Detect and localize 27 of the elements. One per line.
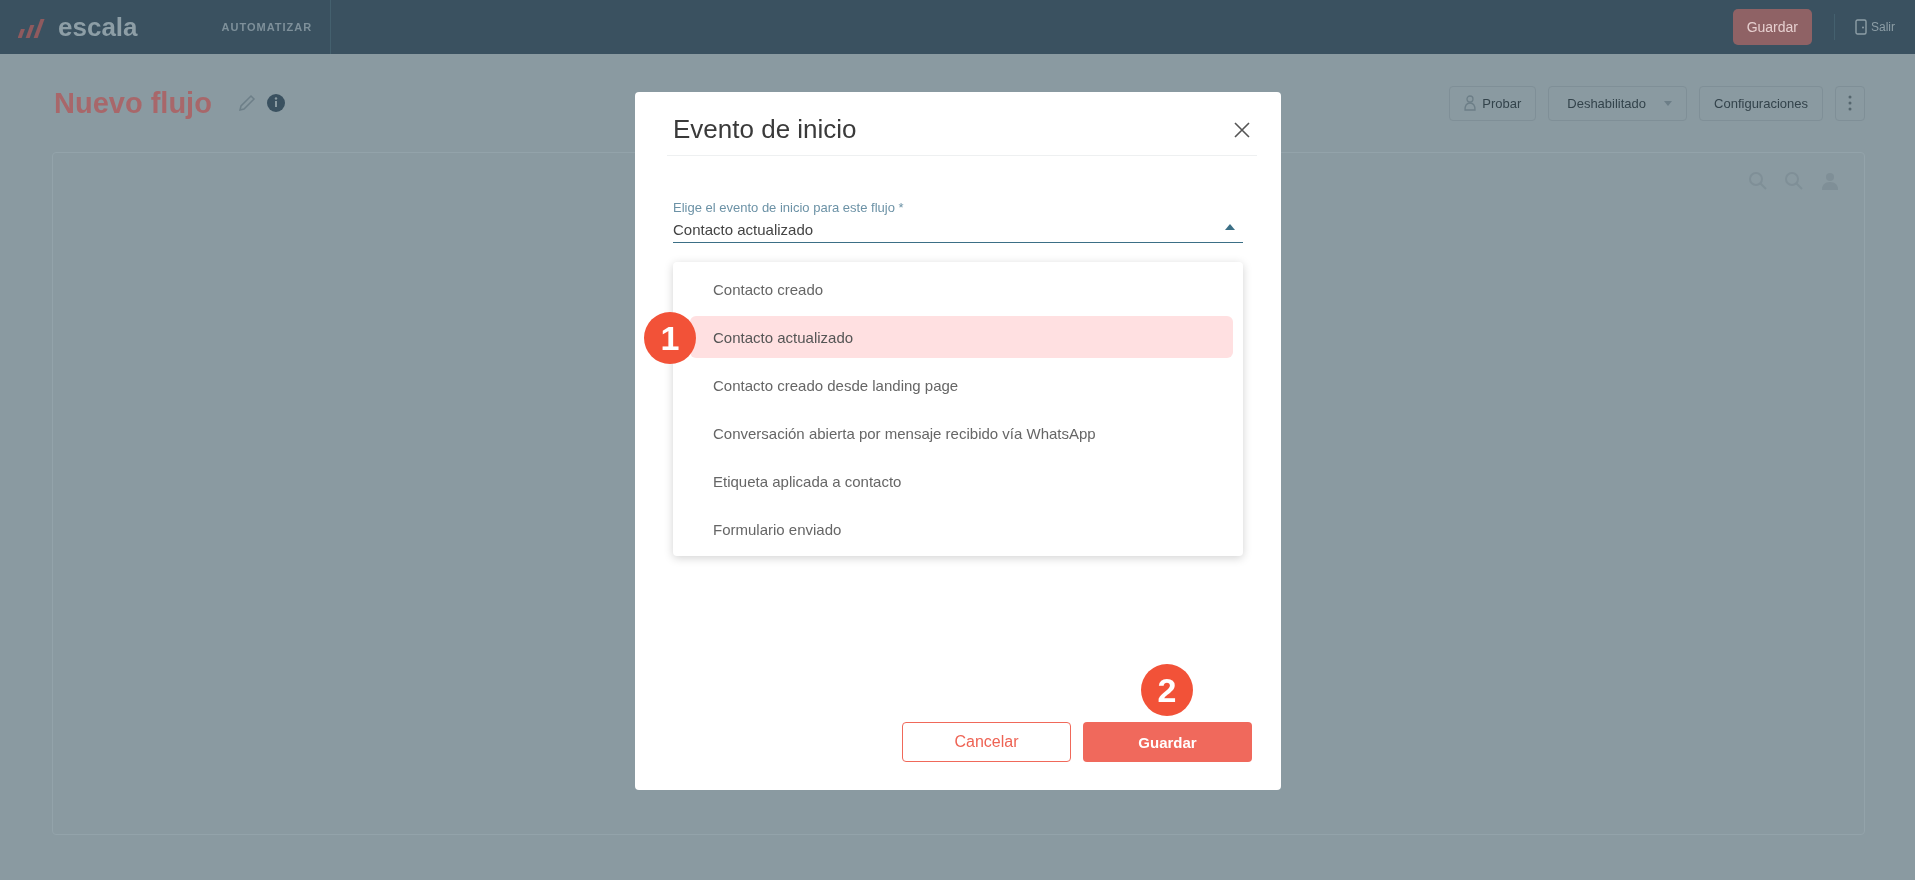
settings-button[interactable]: Configuraciones xyxy=(1699,85,1823,121)
step-marker: 2 xyxy=(1141,664,1193,716)
person-icon xyxy=(1464,95,1477,111)
door-icon xyxy=(1855,19,1867,35)
dropdown-option[interactable]: Etiqueta aplicada a contacto xyxy=(690,460,1233,502)
cancel-button[interactable]: Cancelar xyxy=(902,722,1071,762)
dropdown-option[interactable]: Conversación abierta por mensaje recibido vía WhatsApp xyxy=(690,412,1233,454)
logo-text: escala xyxy=(58,11,138,43)
save-button[interactable]: Guardar xyxy=(1732,9,1812,45)
dropdown-option[interactable]: Formulario enviado xyxy=(690,508,1233,550)
more-icon xyxy=(1848,95,1852,111)
step-marker: 1 xyxy=(644,312,696,364)
close-icon[interactable] xyxy=(1233,120,1251,139)
dropdown-option[interactable]: Contacto creado xyxy=(690,268,1233,310)
status-dropdown[interactable]: Deshabilitado xyxy=(1548,85,1688,121)
caret-icon xyxy=(1225,224,1235,230)
more-button[interactable] xyxy=(1835,85,1865,121)
event-select[interactable]: Elige el evento de inicio para este flujo * Contacto actualizado xyxy=(673,200,1243,243)
test-button[interactable]: Probar xyxy=(1449,85,1537,121)
section-label[interactable]: AUTOMATIZAR xyxy=(221,0,332,54)
dialog-title: Evento de inicio xyxy=(673,114,857,145)
exit-link[interactable]: Salir xyxy=(1855,19,1895,35)
caret-icon xyxy=(1664,100,1673,106)
dropdown-option[interactable]: Contacto actualizado xyxy=(690,316,1233,358)
dropdown-option[interactable]: Contacto creado desde landing page xyxy=(690,364,1233,406)
save-button[interactable]: Guardar xyxy=(1083,722,1252,762)
info-icon[interactable] xyxy=(265,93,286,113)
